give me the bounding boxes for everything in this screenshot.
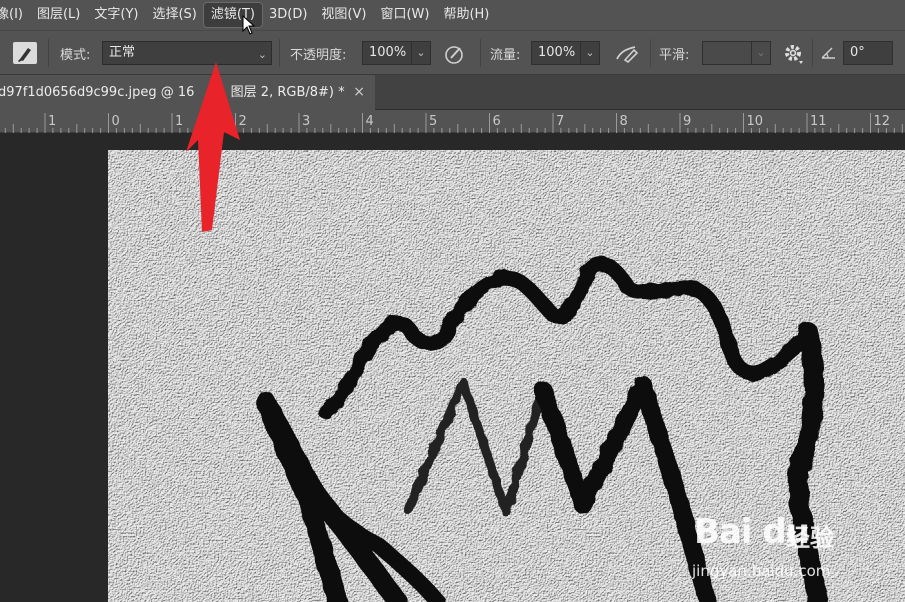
opacity-input[interactable]: 100% (362, 41, 412, 65)
ruler-label: 6 (493, 114, 501, 129)
mode-value: 正常 (109, 45, 136, 60)
tool-preset-picker[interactable] (13, 42, 37, 64)
menu-help[interactable]: 帮助(H) (436, 3, 496, 27)
ruler-label: 0 (112, 114, 120, 129)
gear-icon[interactable] (782, 42, 806, 70)
menu-layer[interactable]: 图层(L) (30, 3, 87, 27)
menu-type[interactable]: 文字(Y) (87, 3, 145, 27)
ruler-label: 7 (556, 114, 564, 129)
smoothing-dropdown[interactable]: ⌄ (751, 41, 771, 65)
menu-image[interactable]: 像(I) (0, 3, 30, 27)
menu-view[interactable]: 视图(V) (314, 3, 373, 27)
angle-input[interactable]: 0° (843, 41, 893, 65)
ruler-label: 9 (683, 114, 691, 129)
ruler-label: 8 (620, 114, 628, 129)
brush-icon (18, 48, 31, 62)
airbrush-icon[interactable] (613, 43, 641, 69)
document-tab-title-left: d97f1d0656d9c99c.jpeg @ 16 (0, 85, 195, 100)
menu-select[interactable]: 选择(S) (145, 3, 203, 27)
mouse-cursor-icon (242, 14, 256, 35)
horizontal-ruler[interactable]: 1 0 1 2 3 4 5 6 7 8 9 10 11 12 (0, 110, 905, 133)
ruler-label: 5 (429, 114, 437, 129)
watermark: Bai du 经验 jingyan.baidu.com (690, 504, 860, 584)
smoothing-input[interactable] (702, 41, 752, 65)
angle-icon (820, 45, 838, 65)
document-tab-title: d97f1d0656d9c99c.jpeg @ 16 图层 2, RGB/8#)… (0, 75, 345, 110)
watermark-url: jingyan.baidu.com (692, 562, 831, 580)
divider (480, 39, 481, 67)
flow-input[interactable]: 100% (531, 41, 581, 65)
divider (650, 39, 651, 67)
annotation-arrow-icon (186, 62, 240, 232)
ruler-label: 11 (810, 114, 827, 129)
angle-value: 0° (850, 45, 865, 60)
flow-label: 流量: (490, 47, 521, 63)
smoothing-label: 平滑: (659, 47, 690, 63)
mode-label: 模式: (60, 47, 91, 63)
close-icon[interactable]: × (353, 75, 365, 110)
document-tab-bar: d97f1d0656d9c99c.jpeg @ 16 图层 2, RGB/8#)… (0, 75, 905, 110)
ruler-label: 1 (48, 114, 56, 129)
flow-dropdown[interactable]: ⌄ (580, 41, 600, 65)
flow-value: 100% (538, 45, 576, 60)
watermark-brand: 经验 (786, 524, 834, 552)
ruler-ticks: 1 0 1 2 3 4 5 6 7 8 9 10 11 12 (4, 113, 903, 133)
options-bar: 模式: 正常 ⌄ 不透明度: 100% ⌄ 流量: 100% ⌄ 平滑: ⌄ 0… (0, 30, 905, 75)
ruler-label: 3 (302, 114, 310, 129)
menu-bar: 像(I) 图层(L) 文字(Y) 选择(S) 滤镜(T) 3D(D) 视图(V)… (0, 0, 905, 30)
opacity-dropdown[interactable]: ⌄ (411, 41, 431, 65)
divider (48, 39, 49, 67)
menu-window[interactable]: 窗口(W) (373, 3, 436, 27)
ruler-label: 10 (747, 114, 764, 129)
ruler-label: 4 (366, 114, 374, 129)
pressure-opacity-icon[interactable] (443, 43, 467, 69)
divider (279, 39, 280, 67)
opacity-label: 不透明度: (290, 47, 347, 63)
ruler-label: 12 (874, 114, 891, 129)
divider (812, 39, 813, 67)
menu-3d[interactable]: 3D(D) (262, 3, 314, 27)
opacity-value: 100% (369, 45, 407, 60)
